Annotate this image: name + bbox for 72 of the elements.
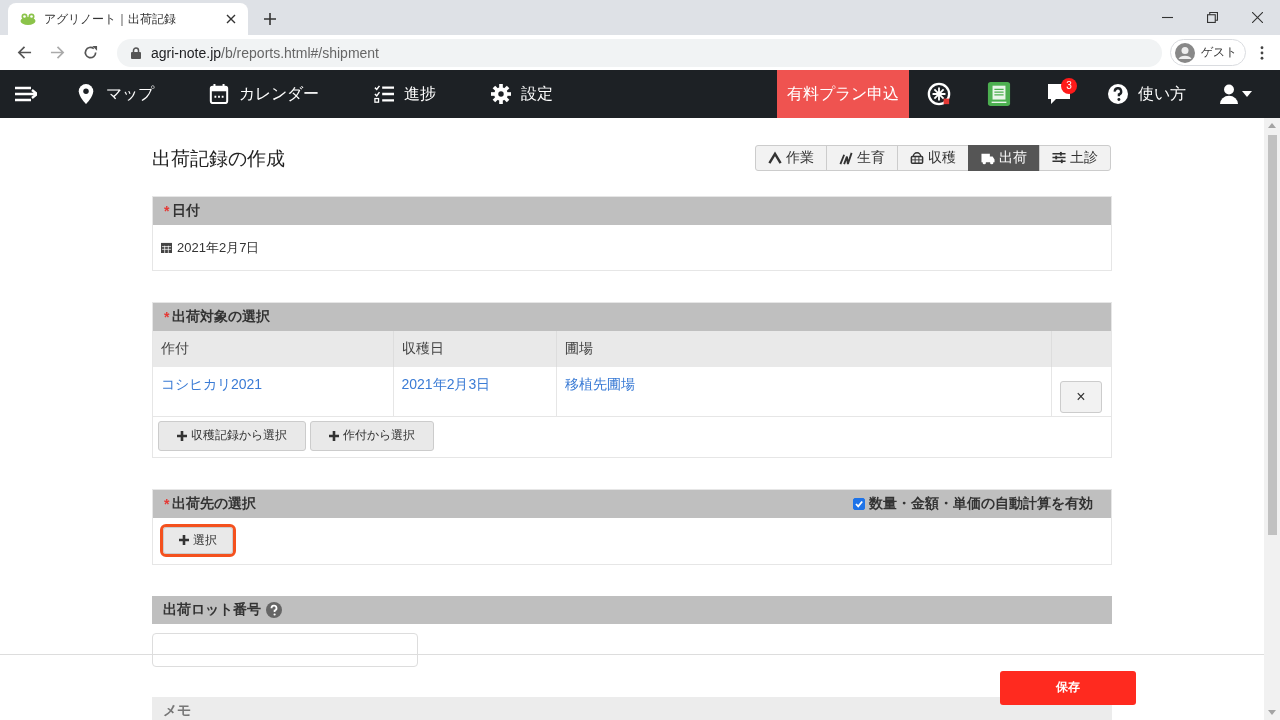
close-icon[interactable] [226,14,236,24]
section-title: 出荷ロット番号 [163,600,261,619]
new-tab-icon[interactable] [264,13,276,25]
browser-tab[interactable]: アグリノート｜出荷記録 [8,3,248,35]
lock-icon [131,46,141,59]
nav-link[interactable]: 進捗 [355,70,458,118]
column-header: 作付 [153,331,393,367]
nav-link[interactable]: マップ [57,70,176,118]
date-value[interactable]: 2021年2月7日 [177,238,260,257]
record-type-tab[interactable]: 作業 [755,145,827,171]
section-title: 出荷先の選択 [172,494,257,513]
record-type-tab[interactable]: 出荷 [968,145,1040,171]
table-link[interactable]: コシヒカリ2021 [161,376,263,393]
truck-icon [981,151,995,165]
table-link[interactable]: 2021年2月3日 [401,376,491,393]
settings-icon [491,84,511,104]
menu-icon[interactable] [1260,45,1264,60]
close-icon[interactable] [1252,12,1263,23]
column-header: 圃場 [556,331,1051,367]
map-pin-icon [76,84,96,104]
select-button[interactable]: 選択 [163,526,233,554]
plus-icon [329,430,339,441]
required-mark: * [164,495,170,512]
frog-icon [20,13,36,25]
scrollbar-thumb[interactable] [1267,135,1277,535]
help-icon [1108,84,1128,104]
required-mark: * [164,309,170,325]
nav-link[interactable]: カレンダー [190,70,341,118]
book-icon [987,82,1011,106]
caret-icon [1242,91,1252,97]
messages-button[interactable]: 3 [1029,70,1089,118]
back-icon[interactable] [17,45,32,60]
address-bar[interactable]: agri-note.jp/b/reports.html#/shipment [117,38,1162,67]
help-icon[interactable] [266,601,282,618]
rice-icon [927,82,951,106]
record-type-tab[interactable]: 収穫 [897,145,969,171]
column-header: 収穫日 [393,331,556,367]
section-title: 日付 [172,202,201,220]
reload-icon[interactable] [83,45,98,60]
user-icon [1220,84,1238,104]
restore-icon[interactable] [1207,12,1218,23]
record-type-tab[interactable]: 土診 [1039,145,1111,171]
record-type-tab[interactable]: 生育 [826,145,898,171]
checklist-icon [374,84,394,104]
calendar-icon [161,242,172,253]
select-button[interactable]: 収穫記録から選択 [158,420,306,451]
checkbox[interactable] [853,497,865,510]
plus-icon [177,430,187,441]
url-text: agri-note.jp/b/reports.html#/shipment [151,44,379,61]
nav-link[interactable]: 設定 [472,70,575,118]
tab-title: アグリノート｜出荷記録 [44,10,177,28]
avatar-icon [1175,42,1195,63]
required-mark: * [164,203,170,219]
auto-calc-checkbox[interactable]: 数量・金額・単価の自動計算を有効 [853,494,1093,513]
notification-badge: 3 [1061,78,1077,94]
grass-icon [839,151,853,165]
select-button[interactable]: 作付から選択 [310,420,434,451]
table-link[interactable]: 移植先圃場 [564,376,635,393]
section-title: 出荷対象の選択 [172,308,271,326]
caret-up-icon [768,151,782,165]
save-button[interactable]: 保存 [1000,670,1136,705]
basket-icon [910,151,924,165]
remove-button[interactable]: × [1060,381,1102,414]
page-title: 出荷記録の作成 [152,147,285,171]
plus-icon [179,535,189,545]
sliders-icon [1052,151,1066,165]
section-title: メモ [163,701,191,720]
help-link[interactable]: 使い方 [1089,70,1208,118]
menu-icon[interactable] [15,86,37,102]
scrollbar[interactable] [1264,118,1280,720]
lot-number-field[interactable] [152,632,418,667]
calendar-icon [209,84,229,104]
